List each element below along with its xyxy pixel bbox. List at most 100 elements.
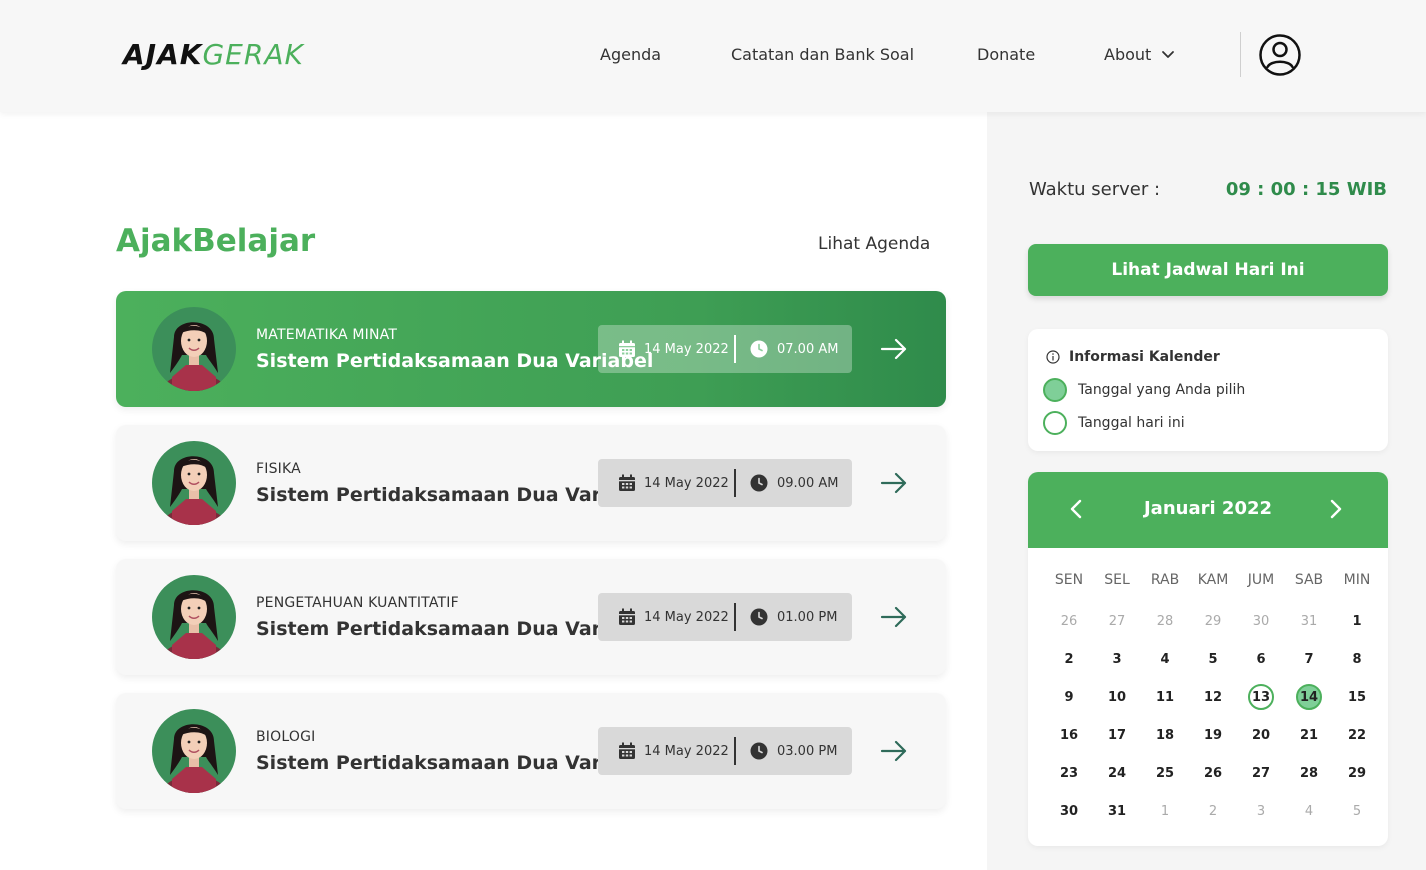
weekday-label: KAM: [1197, 572, 1229, 588]
calendar-header: Januari 2022: [1028, 472, 1388, 548]
calendar-day-number: 5: [1208, 651, 1218, 667]
calendar-day[interactable]: 31: [1093, 798, 1141, 824]
weekday-row: SEN SEL RAB KAM JUM SAB MIN: [1045, 566, 1383, 594]
agenda-card[interactable]: PENGETAHUAN KUANTITATIF Sistem Pertidaksa…: [116, 559, 946, 675]
calendar-day-number: 13: [1248, 684, 1274, 710]
calendar-day[interactable]: 16: [1045, 722, 1093, 748]
calendar-day[interactable]: 30: [1045, 798, 1093, 824]
calendar-day-number: 26: [1060, 613, 1078, 629]
calendar-day-number: 28: [1156, 613, 1174, 629]
calendar-day[interactable]: 11: [1141, 684, 1189, 710]
card-schedule: 14 May 2022 03.00 PM: [598, 727, 852, 775]
calendar-day[interactable]: 21: [1285, 722, 1333, 748]
calendar-day[interactable]: 28: [1285, 760, 1333, 786]
calendar-day-outside: 30: [1237, 608, 1285, 634]
calendar-day[interactable]: 9: [1045, 684, 1093, 710]
calendar-day-number: 1: [1160, 803, 1170, 819]
agenda-card[interactable]: MATEMATIKA MINAT Sistem Pertidaksamaan Du…: [116, 291, 946, 407]
card-title: Sistem Pertidaksamaan Dua Variabel: [256, 484, 654, 506]
calendar-day-number: 5: [1352, 803, 1362, 819]
calendar-day[interactable]: 25: [1141, 760, 1189, 786]
calendar-day[interactable]: 10: [1093, 684, 1141, 710]
chevron-right-icon[interactable]: [1324, 498, 1346, 520]
calendar-day[interactable]: 6: [1237, 646, 1285, 672]
calendar-day[interactable]: 19: [1189, 722, 1237, 748]
card-schedule: 14 May 2022 09.00 AM: [598, 459, 852, 507]
selected-date-swatch: [1043, 378, 1067, 402]
calendar-icon: [619, 474, 635, 491]
calendar-day-number: 2: [1064, 651, 1074, 667]
calendar: Januari 2022 SEN SEL RAB KAM JUM SAB MIN 26 27 28…: [1028, 472, 1388, 846]
calendar-day[interactable]: 24: [1093, 760, 1141, 786]
logo[interactable]: AJAKGERAK: [123, 38, 304, 71]
right-panel: Waktu server : 09 : 00 : 15 WIB Lihat Ja…: [987, 112, 1426, 870]
calendar-day-number: 29: [1347, 765, 1367, 781]
info-icon: [1046, 350, 1060, 364]
calendar-day[interactable]: 15: [1333, 684, 1381, 710]
calendar-day[interactable]: 7: [1285, 646, 1333, 672]
calendar-day[interactable]: 23: [1045, 760, 1093, 786]
calendar-day-outside: 3: [1237, 798, 1285, 824]
nav-catatan-bank-soal[interactable]: Catatan dan Bank Soal: [731, 45, 914, 64]
weekday-label: MIN: [1343, 572, 1371, 588]
calendar-day-today[interactable]: 13: [1237, 684, 1285, 710]
legend-selected: Tanggal yang Anda pilih: [1043, 378, 1245, 402]
calendar-day-number: 1: [1352, 613, 1362, 629]
calendar-day-number: 29: [1204, 613, 1222, 629]
server-time-value: 09 : 00 : 15 WIB: [1225, 179, 1387, 200]
calendar-day-number: 3: [1112, 651, 1122, 667]
arrow-right-icon[interactable]: [880, 335, 908, 363]
calendar-day-number: 20: [1251, 727, 1271, 743]
calendar-day[interactable]: 5: [1189, 646, 1237, 672]
calendar-day[interactable]: 12: [1189, 684, 1237, 710]
weekday-label: SAB: [1294, 572, 1324, 588]
clock-icon: [750, 742, 768, 760]
calendar-day[interactable]: 22: [1333, 722, 1381, 748]
calendar-day-outside: 29: [1189, 608, 1237, 634]
calendar-day-number: 25: [1155, 765, 1175, 781]
calendar-day[interactable]: 29: [1333, 760, 1381, 786]
calendar-day-outside: 28: [1141, 608, 1189, 634]
tutor-avatar: [152, 307, 236, 391]
calendar-day-number: 23: [1059, 765, 1079, 781]
calendar-day-number: 11: [1155, 689, 1175, 705]
tutor-avatar: [152, 441, 236, 525]
weekday-label: SEN: [1054, 572, 1084, 588]
calendar-day-number: 24: [1107, 765, 1127, 781]
calendar-day[interactable]: 2: [1045, 646, 1093, 672]
calendar-day-selected[interactable]: 14: [1285, 684, 1333, 710]
calendar-day-outside: 1: [1141, 798, 1189, 824]
calendar-day[interactable]: 18: [1141, 722, 1189, 748]
agenda-card[interactable]: FISIKA Sistem Pertidaksamaan Dua Variabel…: [116, 425, 946, 541]
calendar-day[interactable]: 8: [1333, 646, 1381, 672]
tutor-avatar: [152, 575, 236, 659]
arrow-right-icon[interactable]: [880, 469, 908, 497]
calendar-day-number: 31: [1107, 803, 1127, 819]
calendar-day[interactable]: 20: [1237, 722, 1285, 748]
calendar-day[interactable]: 27: [1237, 760, 1285, 786]
see-agenda-link[interactable]: Lihat Agenda: [818, 234, 930, 254]
card-date-text: 14 May 2022: [644, 475, 729, 491]
calendar-day-outside: 2: [1189, 798, 1237, 824]
calendar-day[interactable]: 4: [1141, 646, 1189, 672]
user-icon[interactable]: [1258, 33, 1302, 77]
calendar-day-number: 4: [1304, 803, 1314, 819]
calendar-info-title: Informasi Kalender: [1046, 349, 1220, 365]
logo-part1: AJAK: [123, 38, 203, 71]
nav-donate[interactable]: Donate: [977, 45, 1035, 64]
calendar-day-number: 2: [1208, 803, 1218, 819]
legend-today: Tanggal hari ini: [1043, 411, 1185, 435]
calendar-day[interactable]: 26: [1189, 760, 1237, 786]
calendar-day[interactable]: 3: [1093, 646, 1141, 672]
nav-about[interactable]: About: [1104, 45, 1175, 64]
arrow-right-icon[interactable]: [880, 603, 908, 631]
calendar-day-number: 14: [1296, 684, 1322, 710]
calendar-day[interactable]: 17: [1093, 722, 1141, 748]
calendar-day-number: 28: [1299, 765, 1319, 781]
view-today-schedule-button[interactable]: Lihat Jadwal Hari Ini: [1028, 244, 1388, 296]
calendar-day[interactable]: 1: [1333, 608, 1381, 634]
agenda-card[interactable]: BIOLOGI Sistem Pertidaksamaan Dua Variabe…: [116, 693, 946, 809]
nav-agenda[interactable]: Agenda: [600, 45, 661, 64]
weekday-label: JUM: [1247, 572, 1275, 588]
arrow-right-icon[interactable]: [880, 737, 908, 765]
